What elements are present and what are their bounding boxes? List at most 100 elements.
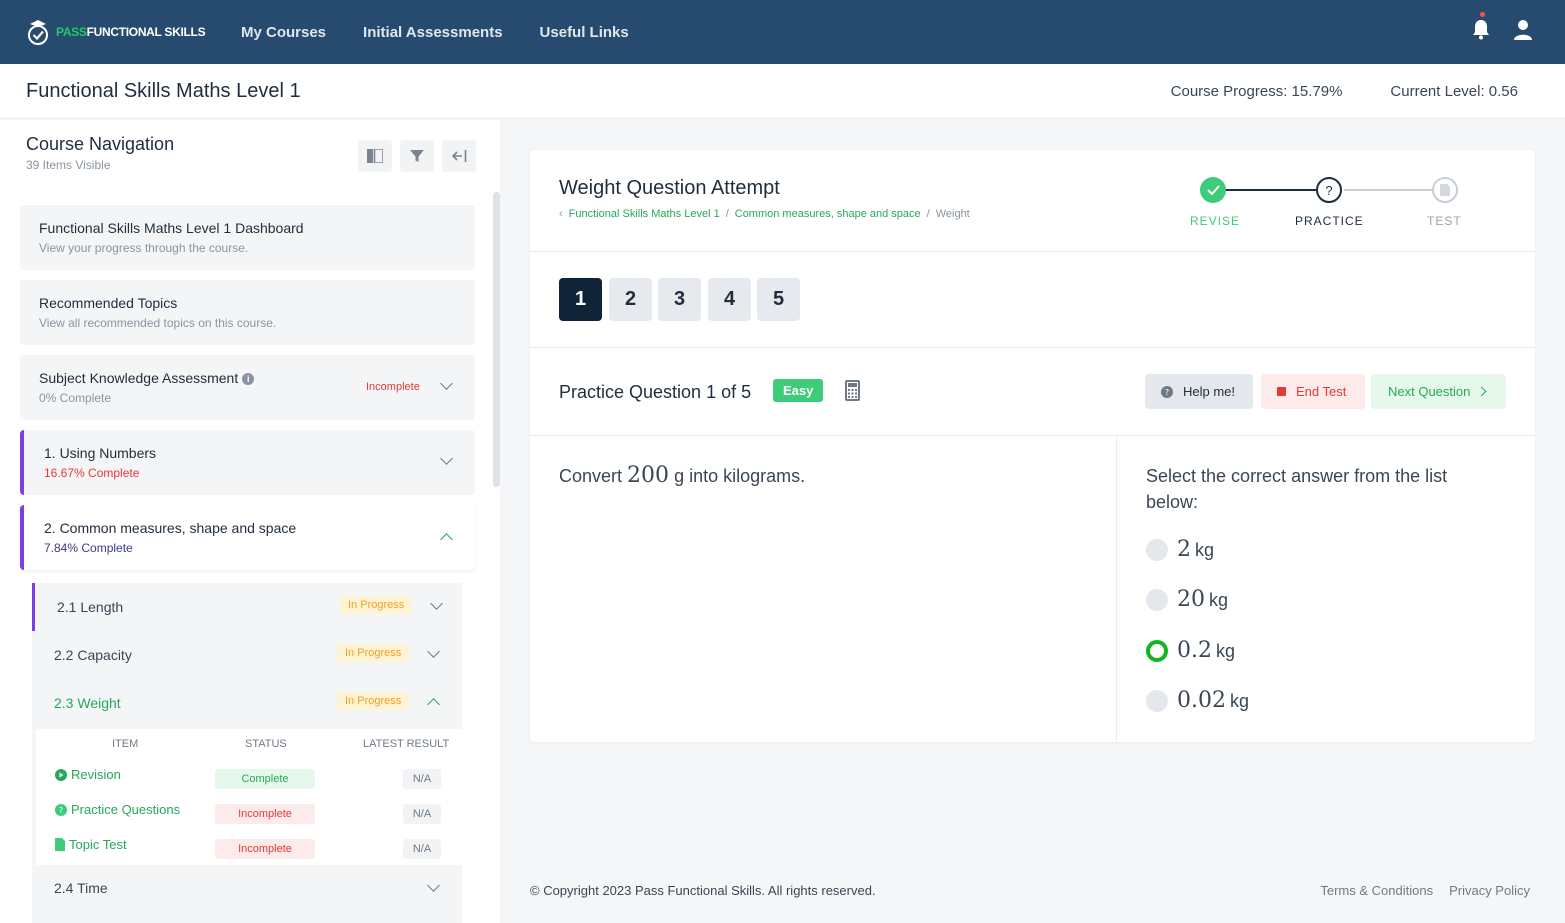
course-title: Functional Skills Maths Level 1 (26, 79, 301, 102)
table-header-item: ITEM (112, 738, 139, 750)
filter-icon (410, 150, 424, 162)
course-progress: Course Progress: 15.79% (1170, 83, 1343, 100)
step-label-revise: REVISE (1190, 214, 1241, 228)
subtopic-time[interactable]: 2.4 Time (32, 865, 462, 913)
course-title-bar: Functional Skills Maths Level 1 Course P… (0, 64, 1565, 119)
check-icon (1206, 185, 1220, 195)
practice-question-title: Practice Question 1 of 5 (559, 382, 752, 402)
info-icon[interactable]: i (242, 373, 255, 385)
calculator-icon[interactable] (845, 380, 860, 401)
document-icon (1440, 184, 1450, 196)
table-header-latest-result: LATEST RESULT (363, 738, 450, 750)
play-circle-icon (55, 768, 67, 781)
nav-link-initial-assessments[interactable]: Initial Assessments (363, 24, 503, 41)
status-badge: In Progress (337, 644, 410, 662)
svg-text:?: ? (1165, 388, 1169, 397)
user-icon[interactable] (1513, 19, 1533, 41)
radio-button[interactable] (1146, 538, 1168, 561)
progress-stepper: ? REVISE PRACTICE TEST (1180, 175, 1480, 235)
document-icon (55, 838, 65, 851)
logo-check-icon (28, 20, 48, 45)
question-panel: Weight Question Attempt ‹ Functional Ski… (530, 150, 1535, 742)
chevron-down-icon[interactable] (440, 377, 453, 390)
end-test-button[interactable]: End Test (1261, 374, 1365, 409)
table-row-topic-test[interactable]: Topic Test (55, 837, 127, 852)
copyright: © Copyright 2023 Pass Functional Skills.… (530, 883, 876, 898)
question-mark-icon: ? (1325, 182, 1333, 198)
answer-option-0-2kg[interactable]: 0.2 kg (1146, 638, 1235, 663)
sidebar-item-dashboard[interactable]: Functional Skills Maths Level 1 Dashboar… (20, 205, 475, 270)
status-badge: In Progress (337, 692, 410, 710)
question-text: Convert 200 g into kilograms. (559, 463, 806, 488)
sidebar-scrollbar[interactable] (493, 192, 500, 487)
sidebar-item-using-numbers[interactable]: 1. Using Numbers 16.67% Complete (20, 430, 475, 495)
stepper-line (1344, 189, 1432, 191)
radio-button-selected[interactable] (1146, 639, 1168, 662)
subtopic-capacity[interactable]: 2.2 Capacity In Progress (32, 631, 462, 679)
step-practice[interactable]: ? (1316, 177, 1342, 203)
breadcrumb-separator: / (926, 208, 930, 220)
chevron-up-icon[interactable] (427, 698, 440, 711)
chevron-left-icon[interactable]: ‹ (559, 208, 563, 220)
step-test[interactable] (1432, 177, 1458, 203)
answer-option-0-02kg[interactable]: 0.02 kg (1146, 688, 1249, 713)
chevron-down-icon[interactable] (440, 452, 453, 465)
logo[interactable]: PASSFUNCTIONAL SKILLS (26, 18, 226, 46)
subtopic-length[interactable]: 2.1 Length In Progress (32, 583, 462, 631)
table-header-status: STATUS (245, 738, 287, 750)
divider (530, 251, 1535, 252)
bell-icon[interactable] (1471, 12, 1491, 42)
question-number-1[interactable]: 1 (559, 278, 602, 321)
status-badge: Incomplete (215, 839, 315, 859)
logo-text: PASSFUNCTIONAL SKILLS (56, 25, 206, 39)
step-revise[interactable] (1200, 177, 1226, 203)
arrow-left-bar-icon (451, 150, 467, 162)
nav-link-my-courses[interactable]: My Courses (241, 24, 326, 41)
notification-dot (1480, 12, 1485, 17)
answer-option-20kg[interactable]: 20 kg (1146, 587, 1228, 612)
nav-link-useful-links[interactable]: Useful Links (540, 24, 629, 41)
page-title: Weight Question Attempt (559, 177, 780, 199)
table-row-practice-questions[interactable]: ? Practice Questions (55, 802, 180, 817)
question-circle-icon: ? (1161, 385, 1173, 398)
chevron-down-icon[interactable] (427, 645, 440, 658)
question-number-2[interactable]: 2 (609, 278, 652, 321)
columns-icon (367, 149, 383, 163)
breadcrumb-separator: / (725, 208, 729, 220)
breadcrumb-topic[interactable]: Common measures, shape and space (735, 208, 921, 220)
sidebar-item-common-measures[interactable]: 2. Common measures, shape and space 7.84… (20, 505, 475, 570)
chevron-down-icon[interactable] (430, 597, 443, 610)
difficulty-badge: Easy (773, 379, 824, 402)
stop-icon (1277, 387, 1286, 396)
chevron-up-icon[interactable] (440, 533, 453, 546)
terms-link[interactable]: Terms & Conditions (1320, 883, 1433, 898)
radio-button[interactable] (1146, 689, 1168, 712)
question-circle-icon: ? (55, 803, 67, 816)
chevron-right-icon (1476, 386, 1487, 397)
table-row-revision[interactable]: Revision (55, 767, 121, 782)
subtopic-weight[interactable]: 2.3 Weight In Progress (32, 679, 462, 727)
collapse-sidebar-button[interactable] (442, 140, 476, 172)
subtopic-list: 2.1 Length In Progress 2.2 Capacity In P… (32, 583, 462, 923)
question-number-5[interactable]: 5 (757, 278, 800, 321)
layout-toggle-button[interactable] (358, 140, 392, 172)
current-level: Current Level: 0.56 (1390, 83, 1518, 100)
breadcrumb: ‹ Functional Skills Maths Level 1 / Comm… (559, 208, 970, 220)
question-number-3[interactable]: 3 (658, 278, 701, 321)
privacy-link[interactable]: Privacy Policy (1449, 883, 1530, 898)
question-number-4[interactable]: 4 (708, 278, 751, 321)
radio-button[interactable] (1146, 588, 1168, 611)
course-navigation-sidebar: Course Navigation 39 Items Visible Funct… (0, 120, 500, 923)
help-button[interactable]: ? Help me! (1145, 374, 1253, 409)
next-question-button[interactable]: Next Question (1371, 374, 1506, 409)
answer-option-2kg[interactable]: 2 kg (1146, 537, 1214, 562)
chevron-down-icon[interactable] (427, 879, 440, 892)
footer: © Copyright 2023 Pass Functional Skills.… (530, 883, 1530, 898)
sidebar-title: Course Navigation (26, 134, 175, 154)
breadcrumb-course[interactable]: Functional Skills Maths Level 1 (569, 208, 720, 220)
sidebar-item-recommended-topics[interactable]: Recommended Topics View all recommended … (20, 280, 475, 345)
svg-text:?: ? (59, 806, 63, 815)
sidebar-item-subject-knowledge-assessment[interactable]: Subject Knowledge Assessment i 0% Complet… (20, 355, 475, 420)
filter-button[interactable] (400, 140, 434, 172)
stepper-line (1212, 189, 1316, 191)
